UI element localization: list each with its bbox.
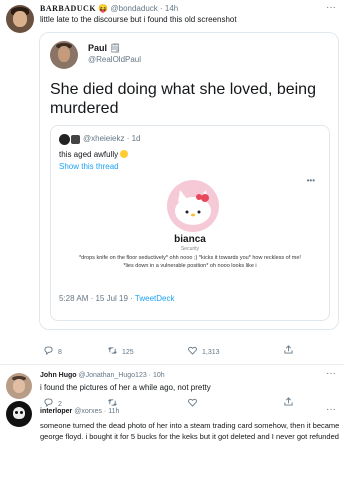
show-thread-link: Show this thread [59,162,119,171]
verified-icon: 🗒 [109,43,121,53]
reply-header: John Hugo @Jonathan_Hugo123 · 10h [40,372,165,379]
tweet-text: little late to the discourse but i found… [40,15,237,24]
attached-screenshot[interactable]: Paul 🗒 @RealOldPaul She died doing what … [39,32,339,330]
source-link: TweetDeck [134,294,175,303]
share-button[interactable] [284,397,298,407]
reply-avatar[interactable] [6,401,32,427]
quoted-text: this aged awfully [59,150,129,159]
reply-icon [44,398,53,408]
share-icon [284,345,293,354]
reply-text: someone turned the dead photo of her int… [40,421,340,441]
smile-emoji-icon [120,150,129,158]
share-button[interactable] [284,345,298,355]
author-handle: @RealOldPaul [88,55,142,64]
more-icon[interactable]: ··· [326,368,336,379]
profile-subtitle: Security [180,246,200,252]
emoji: 😝 [98,4,109,13]
quoted-tweet: @xheieiekz · 1d this aged awfully Show t… [50,125,330,321]
quoted-image: ••• bianca Security *drops knife on the … [59,176,321,288]
like-button[interactable]: 1,313 [188,346,220,356]
heart-icon [188,346,197,355]
reply-button[interactable]: 2 [44,398,62,408]
reply-header: interloper @xorxes · 11h [40,408,119,415]
timestamp: 5:28 AM · 15 Jul 19 · TweetDeck [59,294,175,303]
more-icon[interactable]: ··· [326,2,336,13]
retweet-icon [108,399,117,406]
retweet-button[interactable] [108,398,122,408]
divider [0,364,344,365]
author-name: Paul 🗒 [88,43,121,53]
like-button[interactable] [188,398,202,408]
tweet-header: BARBADUCK 😝 @bondaduck · 14h [40,4,178,13]
hello-kitty-avatar [167,180,219,232]
quoted-handle: @xheieiekz · 1d [83,134,141,143]
flag-icon [71,135,80,144]
reply-handle-time[interactable]: @xorxes · 11h [74,408,119,415]
reply-avatar[interactable] [6,373,32,399]
handle-time[interactable]: @bondaduck · 14h [111,4,179,13]
share-icon [284,397,293,406]
card-text: She died doing what she loved, being mur… [50,81,316,117]
more-icon[interactable]: ··· [326,404,336,415]
reply-name[interactable]: John Hugo [40,372,77,379]
display-name[interactable]: BARBADUCK [40,4,96,13]
profile-caption: *drops knife on the floor seductively* o… [79,255,301,269]
more-icon: ••• [306,176,315,185]
heart-icon [188,398,197,407]
retweet-button[interactable]: 125 [108,346,134,356]
retweet-icon [108,347,117,354]
quoted-avatar [59,134,70,145]
reply-handle-time[interactable]: @Jonathan_Hugo123 · 10h [79,372,165,379]
author-avatar [50,41,78,69]
user-avatar[interactable] [6,5,34,33]
reply-text: i found the pictures of her a while ago,… [40,383,211,392]
reply-name[interactable]: interloper [40,408,72,415]
profile-name: bianca [174,234,206,245]
reply-button[interactable]: 8 [44,346,62,356]
reply-icon [44,346,53,356]
